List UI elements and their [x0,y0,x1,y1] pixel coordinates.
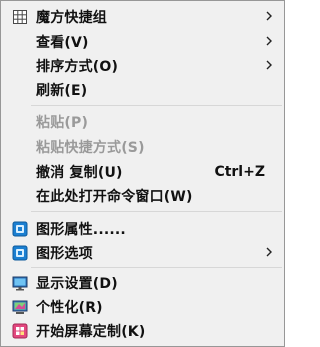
menu-item-label: 排序方式(O) [36,59,119,75]
menu-item-refresh[interactable]: 刷新(E) [3,79,282,101]
menu-item-label: 图形属性...... [36,222,126,238]
chevron-right-icon [266,36,272,46]
context-menu: 魔方快捷组 查看(V) 排序方式(O) 刷新(E) 粘贴(P) 粘贴快捷方式(S… [0,0,285,347]
menu-item-sort[interactable]: 排序方式(O) [3,55,282,77]
chevron-right-icon [266,11,272,21]
menu-separator [31,211,282,212]
menu-item-label: 查看(V) [36,35,89,51]
personalize-icon [12,300,28,314]
menu-item-open-cmd[interactable]: 在此处打开命令窗口(W) [3,185,282,207]
menu-separator [31,105,282,106]
menu-item-graphics-options[interactable]: 图形选项 [3,242,282,264]
menu-item-view[interactable]: 查看(V) [3,31,282,53]
menu-item-start-screen[interactable]: 开始屏幕定制(K) [3,320,282,342]
chevron-right-icon [266,60,272,70]
monitor-icon [12,276,28,291]
menu-item-label: 开始屏幕定制(K) [36,324,146,340]
shortcut-text: Ctrl+Z [214,164,265,180]
menu-item-label: 撤消 复制(U) [36,165,123,181]
menu-separator [31,267,282,268]
menu-item-magic-cube[interactable]: 魔方快捷组 [3,6,282,28]
menu-item-label: 在此处打开命令窗口(W) [36,189,193,205]
menu-item-label: 个性化(R) [36,300,103,316]
menu-item-graphics-properties[interactable]: 图形属性...... [3,218,282,240]
menu-item-label: 粘贴(P) [36,115,89,131]
menu-item-display-settings[interactable]: 显示设置(D) [3,272,282,294]
chevron-right-icon [266,247,272,257]
menu-item-personalize[interactable]: 个性化(R) [3,296,282,318]
menu-item-label: 魔方快捷组 [36,10,107,26]
menu-item-label: 显示设置(D) [36,276,118,292]
menu-item-paste-shortcut: 粘贴快捷方式(S) [3,136,282,158]
menu-item-label: 粘贴快捷方式(S) [36,140,145,156]
menu-item-undo-copy[interactable]: 撤消 复制(U) Ctrl+Z [3,161,282,183]
graphics-icon [12,245,28,261]
menu-item-label: 图形选项 [36,246,93,262]
menu-item-paste: 粘贴(P) [3,111,282,133]
grid-icon [13,10,27,24]
start-screen-icon [12,323,28,339]
graphics-icon [12,221,28,237]
menu-item-label: 刷新(E) [36,83,88,99]
